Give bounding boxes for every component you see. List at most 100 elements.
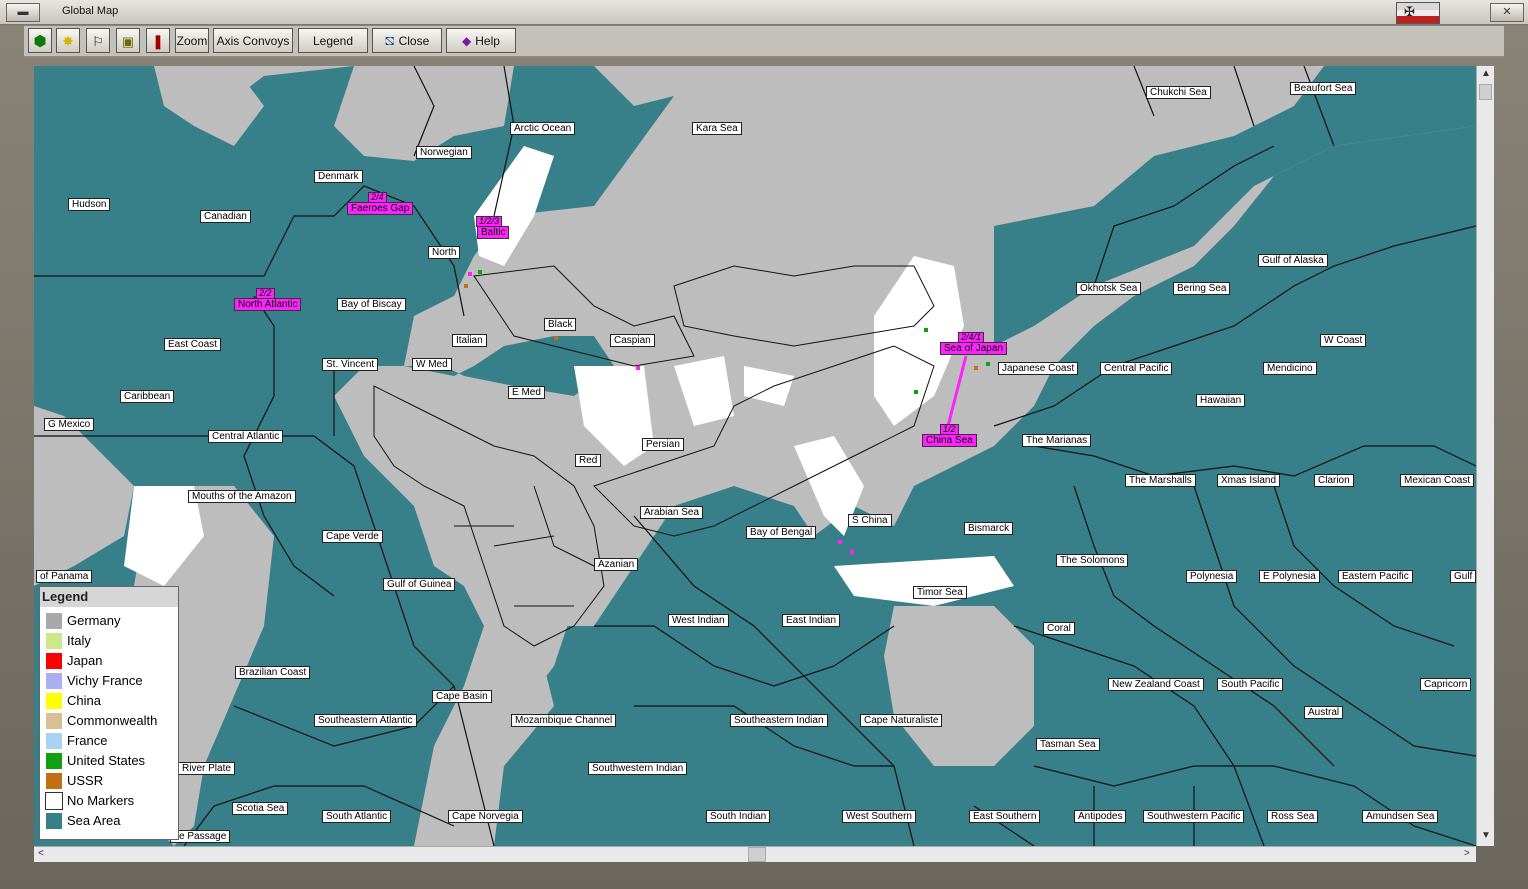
sea-label[interactable]: Arctic Ocean [510, 122, 576, 135]
sea-label[interactable]: River Plate [178, 762, 235, 775]
sea-label[interactable]: The Marshalls [1125, 474, 1196, 487]
sea-label[interactable]: West Southern [842, 810, 916, 823]
sea-label[interactable]: Caspian [610, 334, 655, 347]
star-filter-button[interactable]: ✸ [56, 28, 80, 53]
sea-label[interactable]: South Pacific [1217, 678, 1284, 691]
scroll-left-icon[interactable]: < [38, 848, 44, 859]
sea-label[interactable]: Central Pacific [1100, 362, 1173, 375]
sea-label[interactable]: Mexican Coast [1400, 474, 1475, 487]
sea-label[interactable]: Caribbean [120, 390, 175, 403]
lever-filter-button[interactable]: ❚ [146, 28, 170, 53]
sea-label[interactable]: Arabian Sea [640, 506, 704, 519]
sea-label[interactable]: Scotia Sea [232, 802, 289, 815]
sea-label[interactable]: Norwegian [416, 146, 472, 159]
sea-label[interactable]: Brazilian Coast [235, 666, 311, 679]
sea-label[interactable]: Azanian [594, 558, 639, 571]
sea-label[interactable]: Polynesia [1186, 570, 1238, 583]
hot-sea-label[interactable]: Baltic [477, 226, 510, 239]
help-button[interactable]: ◆ Help [446, 28, 516, 53]
sea-label[interactable]: Okhotsk Sea [1076, 282, 1142, 295]
sea-label[interactable]: Kara Sea [692, 122, 742, 135]
sea-label[interactable]: Southwestern Indian [588, 762, 688, 775]
sea-label[interactable]: Cape Naturaliste [860, 714, 943, 727]
sea-label[interactable]: West Indian [668, 614, 729, 627]
flag-filter-button[interactable]: ⚐ [86, 28, 110, 53]
sea-label[interactable]: Mouths of the Amazon [188, 490, 296, 503]
sea-label[interactable]: Bay of Biscay [337, 298, 406, 311]
scroll-up-icon[interactable]: ▲ [1481, 68, 1491, 79]
sea-label[interactable]: East Coast [164, 338, 221, 351]
sea-label[interactable]: W Coast [1320, 334, 1367, 347]
sea-label[interactable]: East Indian [782, 614, 841, 627]
sea-label[interactable]: Southeastern Indian [730, 714, 828, 727]
sea-label[interactable]: E Polynesia [1259, 570, 1320, 583]
sea-label[interactable]: New Zealand Coast [1108, 678, 1204, 691]
sea-label[interactable]: South Atlantic [322, 810, 392, 823]
legend-button[interactable]: Legend [298, 28, 368, 53]
sea-label[interactable]: Coral [1043, 622, 1075, 635]
sea-label[interactable]: Amundsen Sea [1362, 810, 1439, 823]
scroll-down-icon[interactable]: ▼ [1481, 830, 1491, 841]
sea-label[interactable]: Tasman Sea [1036, 738, 1100, 751]
sea-label[interactable]: Hudson [68, 198, 111, 211]
sea-label[interactable]: Gulf of Guinea [383, 578, 456, 591]
sea-label[interactable]: The Solomons [1056, 554, 1129, 567]
sea-label[interactable]: G Mexico [44, 418, 95, 431]
hot-sea-label[interactable]: Sea of Japan [940, 342, 1007, 355]
sea-label[interactable]: The Marianas [1022, 434, 1092, 447]
zoom-button[interactable]: Zoom [175, 28, 209, 53]
sea-label[interactable]: Mozambique Channel [511, 714, 617, 727]
sea-label[interactable]: Eastern Pacific [1338, 570, 1413, 583]
sea-label[interactable]: North [428, 246, 461, 259]
sea-label[interactable]: Southeastern Atlantic [314, 714, 417, 727]
sea-label[interactable]: Persian [642, 438, 684, 451]
sea-label[interactable]: Bering Sea [1173, 282, 1231, 295]
sea-label[interactable]: Denmark [314, 170, 363, 183]
sea-label[interactable]: of Panama [36, 570, 93, 583]
sea-label[interactable]: Mendicino [1263, 362, 1317, 375]
hot-sea-label[interactable]: China Sea [922, 434, 977, 447]
vertical-scroll-thumb[interactable] [1479, 84, 1492, 100]
horizontal-scroll-thumb[interactable] [748, 847, 766, 862]
scroll-right-icon[interactable]: > [1464, 848, 1470, 859]
sea-label[interactable]: S China [848, 514, 892, 527]
hot-sea-label[interactable]: Faeroes Gap [347, 202, 414, 215]
sea-label[interactable]: St. Vincent [322, 358, 379, 371]
sea-label[interactable]: Timor Sea [913, 586, 967, 599]
hot-sea-label[interactable]: North Atlantic [234, 298, 302, 311]
sea-label[interactable]: W Med [412, 358, 452, 371]
document-filter-button[interactable]: ▣ [116, 28, 140, 53]
sea-label[interactable]: ke Passage [170, 830, 231, 843]
sea-label[interactable]: Cape Verde [322, 530, 383, 543]
global-map[interactable] [34, 66, 1476, 846]
sea-label[interactable]: Bismarck [964, 522, 1014, 535]
sea-label[interactable]: Hawaiian [1196, 394, 1246, 407]
sea-label[interactable]: Red [575, 454, 602, 467]
sea-label[interactable]: Antipodes [1074, 810, 1127, 823]
sea-label[interactable]: Canadian [200, 210, 251, 223]
sea-label[interactable]: Chukchi Sea [1146, 86, 1211, 99]
sea-label[interactable]: South Indian [706, 810, 771, 823]
sea-label[interactable]: Austral [1304, 706, 1344, 719]
vertical-scrollbar[interactable]: ▲ ▼ [1476, 66, 1494, 846]
minimize-button[interactable]: ▬ [6, 3, 40, 22]
sea-label[interactable]: Beaufort Sea [1290, 82, 1357, 95]
window-close-button[interactable]: ✕ [1490, 3, 1524, 22]
sea-label[interactable]: Gulf [1450, 570, 1477, 583]
horizontal-scrollbar[interactable]: < > [34, 846, 1476, 862]
axis-convoys-button[interactable]: Axis Convoys [213, 28, 293, 53]
sea-label[interactable]: Capricorn [1420, 678, 1472, 691]
sea-label[interactable]: Southwestern Pacific [1143, 810, 1245, 823]
sea-label[interactable]: Black [544, 318, 577, 331]
sea-label[interactable]: Japanese Coast [998, 362, 1079, 375]
sea-label[interactable]: Bay of Bengal [746, 526, 817, 539]
hexagon-filter-button[interactable]: ⬢ [28, 28, 52, 53]
map-canvas[interactable] [34, 66, 1476, 846]
sea-label[interactable]: Ross Sea [1267, 810, 1319, 823]
close-button[interactable]: ⛞ Close [372, 28, 442, 53]
sea-label[interactable]: Italian [452, 334, 487, 347]
sea-label[interactable]: Gulf of Alaska [1258, 254, 1328, 267]
sea-label[interactable]: Cape Norvegia [448, 810, 523, 823]
sea-label[interactable]: Central Atlantic [208, 430, 284, 443]
sea-label[interactable]: Clarion [1314, 474, 1354, 487]
